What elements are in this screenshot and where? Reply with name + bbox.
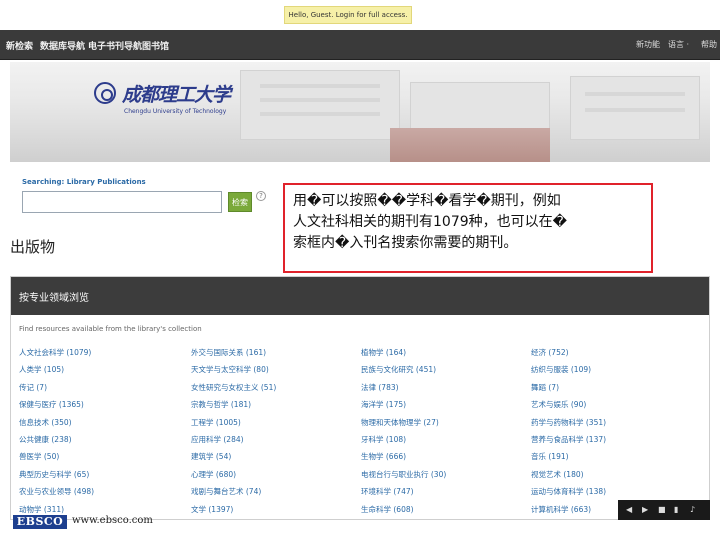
- nav-ebook-journal-guide[interactable]: 电子书刊导航: [88, 39, 142, 52]
- subject-link[interactable]: 农业与农业领导 (498): [19, 486, 94, 497]
- subject-link[interactable]: 外交与国际关系 (161): [191, 347, 266, 358]
- university-logo: 成都理工大学 Chengdu University of Technology: [94, 80, 231, 126]
- nav-help[interactable]: 帮助: [701, 39, 717, 50]
- callout-line: 用�可以按照��学科�看学�期刊，例如: [293, 193, 561, 209]
- banner-window: [260, 98, 380, 102]
- subject-link[interactable]: 经济 (752): [531, 347, 569, 358]
- prev-icon[interactable]: ◀: [626, 505, 632, 514]
- search-scope-label: Searching: Library Publications: [22, 178, 146, 186]
- pause-icon[interactable]: ▮: [674, 505, 678, 514]
- help-icon[interactable]: ?: [256, 191, 266, 201]
- stop-icon[interactable]: ■: [658, 505, 666, 514]
- subject-link[interactable]: 视觉艺术 (180): [531, 469, 584, 480]
- subject-link[interactable]: 电视台行与职业执行 (30): [361, 469, 446, 480]
- subject-link[interactable]: 海洋学 (175): [361, 399, 406, 410]
- subject-link[interactable]: 音乐 (191): [531, 451, 569, 462]
- subject-link[interactable]: 宗教与哲学 (181): [191, 399, 251, 410]
- banner-building: [410, 82, 550, 132]
- subject-link[interactable]: 牙科学 (108): [361, 434, 406, 445]
- subject-link[interactable]: 民族与文化研究 (451): [361, 364, 436, 375]
- subject-link[interactable]: 环境科学 (747): [361, 486, 414, 497]
- nav-language[interactable]: 语言 ·: [668, 39, 689, 50]
- callout-line: 人文社科相关的期刊有1079种，也可以在�: [293, 214, 567, 230]
- subject-link[interactable]: 建筑学 (54): [191, 451, 231, 462]
- ebsco-logo: EBSCO: [13, 515, 67, 529]
- subject-link[interactable]: 典型历史与科学 (65): [19, 469, 89, 480]
- browse-description: Find resources available from the librar…: [19, 325, 202, 333]
- footer-url[interactable]: www.ebsco.com: [72, 515, 153, 526]
- subject-link[interactable]: 公共健康 (238): [19, 434, 72, 445]
- subject-link[interactable]: 文学 (1397): [191, 504, 233, 515]
- subject-link[interactable]: 生命科学 (608): [361, 504, 414, 515]
- subject-link[interactable]: 运动与体育科学 (138): [531, 486, 606, 497]
- subject-link[interactable]: 工程学 (1005): [191, 417, 241, 428]
- university-emblem-icon: [94, 82, 116, 104]
- nav-database-guide[interactable]: 数据库导航: [40, 39, 85, 52]
- subject-link[interactable]: 戏剧与舞台艺术 (74): [191, 486, 261, 497]
- media-control-bar: ◀ ▶ ■ ▮ ♪: [618, 500, 710, 520]
- page: Hello, Guest. Login for full access. 新检索…: [0, 0, 720, 540]
- page-title: 出版物: [10, 238, 56, 256]
- subject-link[interactable]: 计算机科学 (663): [531, 504, 591, 515]
- university-name-en: Chengdu University of Technology: [124, 108, 227, 115]
- subject-link[interactable]: 艺术与娱乐 (90): [531, 399, 586, 410]
- annotation-callout: 用�可以按照��学科�看学�期刊，例如 人文社科相关的期刊有1079种，也可以在…: [283, 183, 653, 273]
- subject-link[interactable]: 应用科学 (284): [191, 434, 244, 445]
- subject-link[interactable]: 舞蹈 (7): [531, 382, 559, 393]
- guest-login-banner[interactable]: Hello, Guest. Login for full access.: [284, 6, 412, 24]
- subject-link[interactable]: 传记 (7): [19, 382, 47, 393]
- university-name-cn: 成都理工大学: [122, 84, 231, 106]
- banner-building: [240, 70, 400, 140]
- subject-link[interactable]: 心理学 (680): [191, 469, 236, 480]
- subject-link[interactable]: 植物学 (164): [361, 347, 406, 358]
- audio-icon[interactable]: ♪: [690, 505, 695, 514]
- subject-link[interactable]: 女性研究与女权主义 (51): [191, 382, 276, 393]
- banner-window: [260, 112, 380, 116]
- subject-link[interactable]: 天文学与太空科学 (80): [191, 364, 269, 375]
- subject-link[interactable]: 动物学 (311): [19, 504, 64, 515]
- browse-panel-title: 按专业领域浏览: [19, 293, 89, 304]
- nav-new-search[interactable]: 新检索: [6, 39, 33, 52]
- subject-link[interactable]: 纺织与服装 (109): [531, 364, 591, 375]
- browse-by-subject-panel: 按专业领域浏览 Find resources available from th…: [10, 276, 710, 520]
- banner-window: [260, 84, 380, 88]
- subject-link[interactable]: 法律 (783): [361, 382, 399, 393]
- banner-window: [585, 92, 685, 96]
- subject-link[interactable]: 药学与药物科学 (351): [531, 417, 606, 428]
- nav-library[interactable]: 图书馆: [142, 39, 169, 52]
- main-navigation: 新检索 数据库导航 电子书刊导航 图书馆 新功能 语言 · 帮助: [0, 30, 720, 60]
- subject-link[interactable]: 保健与医疗 (1365): [19, 399, 84, 410]
- subject-link[interactable]: 人类学 (105): [19, 364, 64, 375]
- top-bar: Hello, Guest. Login for full access.: [0, 0, 720, 30]
- subject-link[interactable]: 信息技术 (350): [19, 417, 72, 428]
- nav-new-features[interactable]: 新功能: [636, 39, 660, 50]
- banner-red-wall: [390, 128, 550, 162]
- play-icon[interactable]: ▶: [642, 505, 648, 514]
- search-button[interactable]: 检索: [228, 192, 252, 212]
- browse-panel-header: 按专业领域浏览: [11, 277, 709, 315]
- publication-search-input[interactable]: [22, 191, 222, 213]
- callout-line: 索框内�入刊名搜索你需要的期刊。: [293, 235, 518, 251]
- banner-window: [585, 108, 685, 112]
- subject-link[interactable]: 兽医学 (50): [19, 451, 59, 462]
- subject-link[interactable]: 人文社会科学 (1079): [19, 347, 91, 358]
- library-banner: 成都理工大学 Chengdu University of Technology: [10, 62, 710, 162]
- ebsco-logo-text: EBSCO: [16, 515, 64, 528]
- subject-link[interactable]: 营养与食品科学 (137): [531, 434, 606, 445]
- subject-link[interactable]: 生物学 (666): [361, 451, 406, 462]
- subject-link[interactable]: 物理和天体物理学 (27): [361, 417, 439, 428]
